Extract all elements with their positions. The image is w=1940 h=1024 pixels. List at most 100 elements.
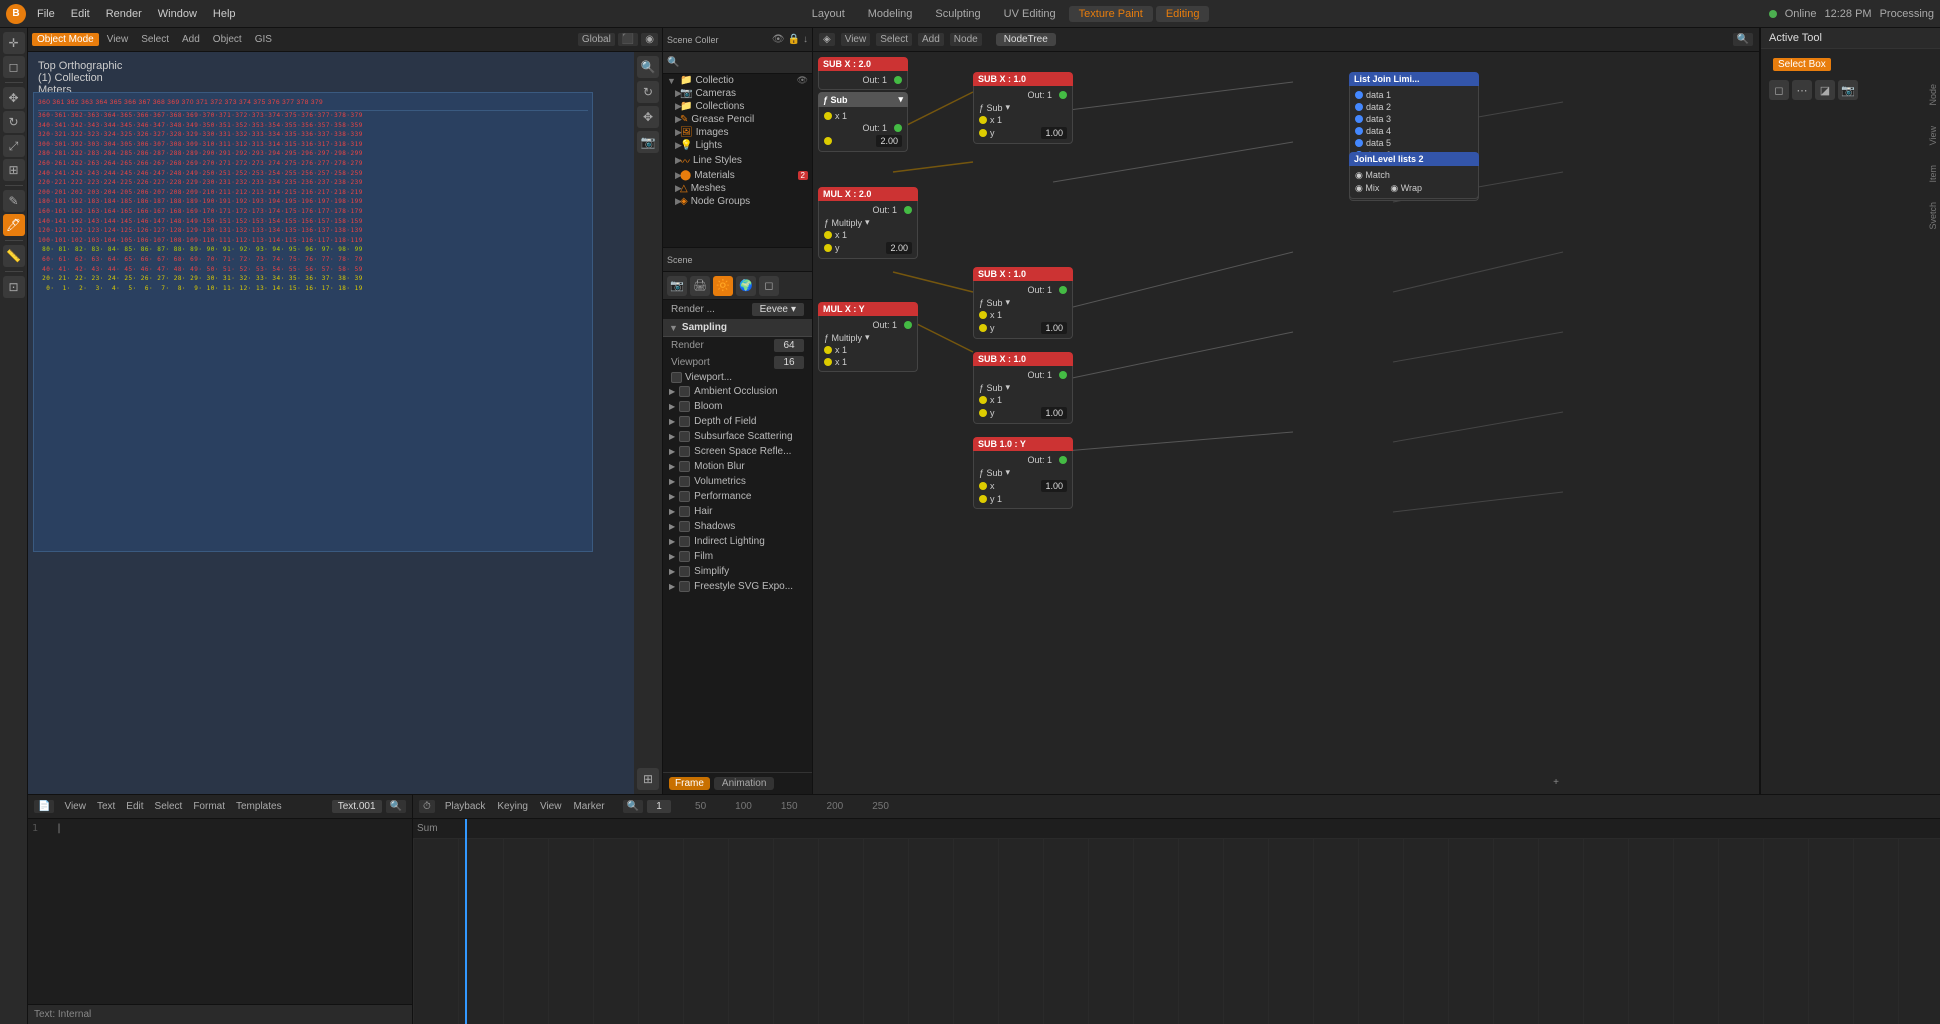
bloom-checkbox[interactable] [679, 401, 690, 412]
timeline-search-btn[interactable]: 🔍 [623, 800, 643, 813]
text-menu-edit[interactable]: Edit [122, 800, 147, 813]
volumetrics-checkbox[interactable] [679, 476, 690, 487]
timeline-menu-marker[interactable]: Marker [569, 800, 608, 813]
menu-edit[interactable]: Edit [64, 6, 97, 22]
menu-render[interactable]: Render [99, 6, 149, 22]
tree-item-meshes[interactable]: ▶ △ Meshes [663, 182, 812, 195]
render-engine-dropdown[interactable]: Eevee ▾ [752, 303, 804, 316]
viewport-shading-btn[interactable]: ⬛ [618, 33, 638, 46]
viewport-global-btn[interactable]: Global [578, 33, 615, 46]
tool-icon-2[interactable]: ⋯ [1792, 80, 1812, 100]
viewport-camera-btn[interactable]: 📷 [637, 131, 659, 153]
blender-logo[interactable]: B [6, 4, 26, 24]
text-editor-icon[interactable]: 📄 [34, 800, 54, 813]
text-editor-content[interactable]: 1 | [28, 819, 412, 1004]
tab-modeling[interactable]: Modeling [858, 6, 923, 22]
node-tree-name[interactable]: NodeTree [996, 33, 1056, 46]
tree-item-cameras[interactable]: ▶ 📷 Cameras [663, 87, 812, 100]
section-indirect-lighting[interactable]: ▶ Indirect Lighting [663, 534, 812, 549]
tool-extra[interactable]: ⊡ [3, 276, 25, 298]
timeline-menu-keying[interactable]: Keying [493, 800, 532, 813]
viewport-rotate-btn[interactable]: ↻ [637, 81, 659, 103]
timeline-icon[interactable]: ⏱ [419, 800, 435, 813]
viewport-add-btn[interactable]: Add [177, 33, 205, 46]
menu-help[interactable]: Help [206, 6, 243, 22]
section-depth-of-field[interactable]: ▶ Depth of Field [663, 414, 812, 429]
frame-button[interactable]: Frame [669, 777, 710, 790]
timeline-frame-input[interactable]: 1 [647, 800, 671, 813]
tool-cursor[interactable]: ✛ [3, 32, 25, 54]
tool-draw[interactable]: 🖊 [3, 214, 25, 236]
sss-checkbox[interactable] [679, 431, 690, 442]
animation-button[interactable]: Animation [714, 777, 774, 790]
viewport-pan-btn[interactable]: ✥ [637, 106, 659, 128]
text-menu-format[interactable]: Format [189, 800, 229, 813]
tool-select[interactable]: ◻ [3, 56, 25, 78]
node-sub-x-1a[interactable]: SUB X : 1.0 Out: 1 ƒ Sub▾ x 1 y1.00 [973, 72, 1073, 144]
section-subsurface[interactable]: ▶ Subsurface Scattering [663, 429, 812, 444]
tool-icon-3[interactable]: ◪ [1815, 80, 1835, 100]
node-mul-x-2[interactable]: MUL X : 2.0 Out: 1 ƒ Multiply▾ x 1 y2.00 [818, 187, 918, 259]
node-sub-x-2[interactable]: SUB X : 2.0 Out: 1 [818, 57, 908, 90]
tab-editing[interactable]: Editing [1156, 6, 1210, 22]
viewport-content[interactable]: Top Orthographic (1) Collection Meters [28, 52, 662, 794]
render-icon-object[interactable]: ◻ [759, 276, 779, 296]
node-editor-icon[interactable]: ◈ [819, 33, 835, 46]
node-sub[interactable]: ƒ Sub▾ x 1 Out: 1 2.00 [818, 92, 908, 152]
dof-checkbox[interactable] [679, 416, 690, 427]
node-editor[interactable]: ◈ View Select Add Node NodeTree 🔍 [813, 28, 1760, 794]
tab-layout[interactable]: Layout [802, 6, 855, 22]
section-volumetrics[interactable]: ▶ Volumetrics [663, 474, 812, 489]
tool-icon-1[interactable]: ◻ [1769, 80, 1789, 100]
viewport-overlay-btn[interactable]: ◉ [641, 33, 658, 46]
section-film[interactable]: ▶ Film [663, 549, 812, 564]
viewport-select-btn[interactable]: Select [136, 33, 174, 46]
text-menu-view[interactable]: View [60, 800, 90, 813]
text-menu-select[interactable]: Select [151, 800, 187, 813]
node-select-btn[interactable]: Select [876, 33, 912, 46]
menu-file[interactable]: File [30, 6, 62, 22]
viewport-denoising-checkbox[interactable] [671, 372, 682, 383]
simplify-checkbox[interactable] [679, 566, 690, 577]
node-sub-x-1b[interactable]: SUB X : 1.0 Out: 1 ƒ Sub▾ x 1 y1.00 [973, 267, 1073, 339]
text-menu-text[interactable]: Text [93, 800, 119, 813]
ao-checkbox[interactable] [679, 386, 690, 397]
performance-checkbox[interactable] [679, 491, 690, 502]
text-search-btn[interactable]: 🔍 [386, 800, 406, 813]
node-add-btn[interactable]: Add [918, 33, 944, 46]
tool-select-box[interactable]: Select Box [1769, 55, 1932, 74]
render-icon-world[interactable]: 🌍 [736, 276, 756, 296]
ssr-checkbox[interactable] [679, 446, 690, 457]
tree-item-grease[interactable]: ▶ ✎ Grease Pencil [663, 113, 812, 126]
tool-scale[interactable]: ⤢ [3, 135, 25, 157]
section-simplify[interactable]: ▶ Simplify [663, 564, 812, 579]
tree-item-materials[interactable]: ▶ ⬤ Materials 2 [663, 169, 812, 182]
menu-window[interactable]: Window [151, 6, 204, 22]
section-hair[interactable]: ▶ Hair [663, 504, 812, 519]
node-node-btn[interactable]: Node [950, 33, 982, 46]
indirect-lighting-checkbox[interactable] [679, 536, 690, 547]
tree-item-collections[interactable]: ▶ 📁 Collections [663, 100, 812, 113]
tool-rotate[interactable]: ↻ [3, 111, 25, 133]
section-motion-blur[interactable]: ▶ Motion Blur [663, 459, 812, 474]
viewport-zoom-btn[interactable]: 🔍 [637, 56, 659, 78]
section-bloom[interactable]: ▶ Bloom [663, 399, 812, 414]
node-search-btn[interactable]: 🔍 [1733, 33, 1753, 46]
tool-measure[interactable]: 📏 [3, 245, 25, 267]
render-icon-output[interactable]: 🖨 [690, 276, 710, 296]
viewport-gis-btn[interactable]: GIS [250, 33, 277, 46]
motion-blur-checkbox[interactable] [679, 461, 690, 472]
render-samples-value[interactable]: 64 [774, 339, 804, 352]
film-checkbox[interactable] [679, 551, 690, 562]
section-ambient-occlusion[interactable]: ▶ Ambient Occlusion [663, 384, 812, 399]
outliner-icon-1[interactable]: 👁 [772, 34, 785, 45]
render-icon-camera[interactable]: 📷 [667, 276, 687, 296]
node-sub-x-1c[interactable]: SUB X : 1.0 Out: 1 ƒ Sub▾ x 1 y1.00 [973, 352, 1073, 424]
timeline-menu-view[interactable]: View [536, 800, 566, 813]
sampling-header[interactable]: ▼ Sampling [663, 319, 812, 337]
node-view-btn[interactable]: View [841, 33, 871, 46]
node-canvas[interactable]: ƒ Sub▾ x 1 Out: 1 2.00 SUB X : 2.0 [813, 52, 1759, 794]
tool-transform[interactable]: ⊞ [3, 159, 25, 181]
text-file-name[interactable]: Text.001 [332, 800, 382, 813]
section-screen-space[interactable]: ▶ Screen Space Refle... [663, 444, 812, 459]
